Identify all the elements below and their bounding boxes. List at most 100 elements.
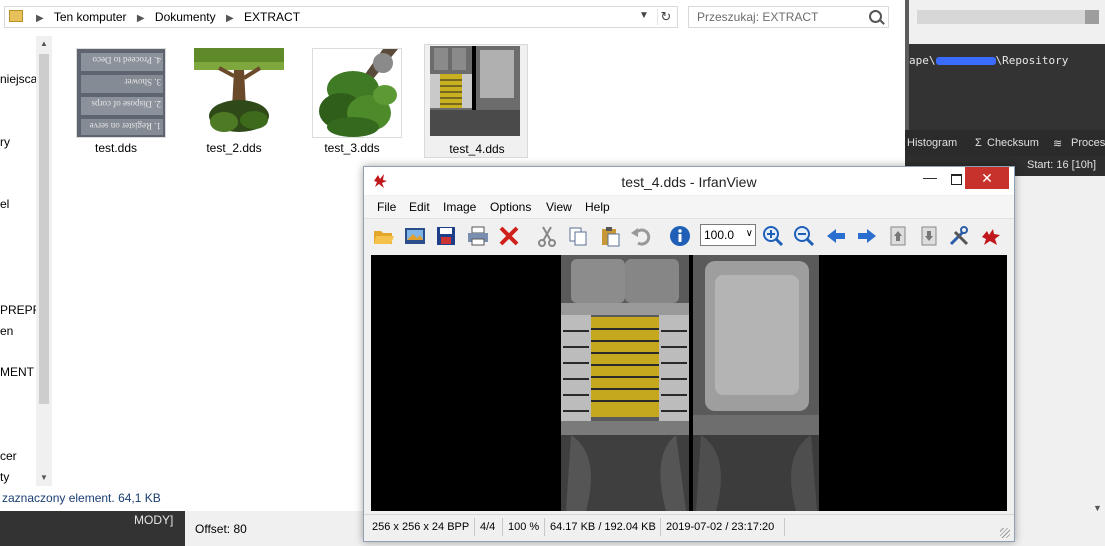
maximize-icon [950, 174, 962, 185]
hex-editor-input[interactable] [917, 10, 1099, 24]
nav-item[interactable]: el [0, 197, 9, 211]
hex-editor-scrollbar[interactable]: ▼ [1090, 176, 1105, 516]
file-name: test.dds [94, 141, 138, 155]
open-folder-icon[interactable] [373, 225, 395, 247]
breadcrumb: ▶ Ten komputer ▶ Dokumenty ▶ EXTRACT [29, 10, 300, 24]
selection-status: zaznaczony element. 64,1 KB [2, 491, 161, 505]
menu-file[interactable]: File [377, 200, 396, 214]
nav-item[interactable]: MENT [0, 365, 34, 379]
file-name: test_3.dds [324, 141, 380, 155]
menu-help[interactable]: Help [585, 200, 610, 214]
arrow-left-icon[interactable] [825, 225, 847, 247]
irfanview-window: test_4.dds - IrfanView — ✕ File Edit Ima… [363, 166, 1015, 542]
image-canvas[interactable] [371, 255, 1007, 511]
menu-edit[interactable]: Edit [409, 200, 430, 214]
zoom-out-icon[interactable] [793, 225, 815, 247]
file-name: test_4.dds [449, 142, 505, 156]
offset-label: Offset: 80 [195, 522, 247, 536]
menu-image[interactable]: Image [443, 200, 476, 214]
print-icon[interactable] [467, 225, 489, 247]
hex-editor-toolbar [905, 0, 1105, 44]
folder-icon [9, 10, 23, 22]
breadcrumb-item-extract[interactable]: EXTRACT [244, 10, 300, 24]
undo-icon[interactable] [630, 225, 652, 247]
first-page-icon[interactable] [887, 225, 909, 247]
resize-grip[interactable] [1000, 528, 1010, 538]
scroll-thumb[interactable] [39, 54, 49, 404]
nav-item[interactable]: en [0, 324, 13, 338]
zoom-select[interactable]: 100.0 ∨ [700, 224, 756, 246]
hex-editor-path-area: ape\ \Repository [905, 44, 1105, 130]
nav-item[interactable]: niejsca [0, 72, 37, 86]
file-item-test[interactable]: 1. Register on serve 2. Dispose of corps… [64, 44, 168, 158]
thumbnail-test: 1. Register on serve 2. Dispose of corps… [76, 48, 166, 138]
zoom-in-icon[interactable] [762, 225, 784, 247]
thumbnail-test-2 [194, 48, 284, 138]
cut-icon[interactable] [536, 225, 558, 247]
status-divider [784, 518, 785, 536]
file-name: test_2.dds [206, 141, 262, 155]
chevron-down-icon[interactable]: ∨ [746, 228, 753, 239]
chevron-down-icon[interactable]: ▼ [637, 10, 651, 24]
file-item-test-4[interactable]: test_4.dds [424, 44, 528, 158]
search-placeholder: Przeszukaj: EXTRACT [697, 10, 819, 24]
file-item-test-3[interactable]: test_3.dds [300, 44, 404, 158]
repository-path: ape\ \Repository [909, 54, 1068, 67]
path-prefix: ape\ [909, 54, 936, 67]
tab-histogram[interactable]: Histogram [907, 137, 957, 149]
scroll-down-icon[interactable]: ▼ [36, 470, 52, 486]
file-item-test-2[interactable]: test_2.dds [182, 44, 286, 158]
slideshow-icon[interactable] [404, 225, 426, 247]
minimize-button[interactable]: — [917, 169, 943, 189]
thumb-text: 2. Dispose of corps [91, 99, 161, 109]
irfanview-cat-icon[interactable] [980, 225, 1002, 247]
breadcrumb-item-documents[interactable]: Dokumenty [155, 10, 216, 24]
search-icon[interactable] [869, 10, 882, 23]
menu-view[interactable]: View [546, 200, 572, 214]
thumb-text: 4. Proceed to Deco [92, 55, 161, 65]
redacted-name [935, 57, 996, 65]
thumbnail-test-4 [430, 46, 520, 136]
thumb-text: 1. Register on serve [90, 121, 161, 131]
address-bar[interactable]: ▶ Ten komputer ▶ Dokumenty ▶ EXTRACT ▼ ↻ [4, 6, 678, 28]
chevron-right-icon: ▶ [36, 13, 44, 24]
save-icon[interactable] [435, 225, 457, 247]
search-input[interactable]: Przeszukaj: EXTRACT [688, 6, 889, 28]
file-date: 2019-07-02 / 23:17:20 [666, 521, 775, 533]
nav-item[interactable]: ty [0, 470, 9, 484]
chevron-right-icon: ▶ [225, 13, 234, 24]
copy-icon[interactable] [567, 225, 589, 247]
info-icon[interactable] [669, 225, 691, 247]
tab-checksum[interactable]: Checksum [987, 137, 1039, 149]
delete-icon[interactable] [498, 225, 520, 247]
nav-scrollbar[interactable]: ▲ ▼ [36, 36, 52, 486]
thumb-text: 3. Shower [125, 77, 162, 87]
tab-process[interactable]: Proces [1071, 137, 1105, 149]
zoom-value: 100.0 [704, 228, 735, 242]
status-divider [502, 518, 503, 536]
thumbnail-test-3 [312, 48, 402, 138]
bottom-left-panel: MODY] [0, 511, 185, 546]
properties-icon[interactable] [948, 225, 970, 247]
scroll-down-icon[interactable]: ▼ [1090, 501, 1105, 516]
status-divider [474, 518, 475, 536]
hex-editor-button[interactable] [1085, 10, 1099, 24]
chart-bars-icon: Σ [975, 137, 982, 149]
nav-item[interactable]: cer [0, 449, 17, 463]
scroll-up-icon[interactable]: ▲ [36, 36, 52, 52]
title-bar[interactable]: test_4.dds - IrfanView — ✕ [364, 167, 1014, 195]
arrow-right-icon[interactable] [856, 225, 878, 247]
status-divider [544, 518, 545, 536]
paste-icon[interactable] [599, 225, 621, 247]
menu-options[interactable]: Options [490, 200, 531, 214]
nav-item[interactable]: ry [0, 135, 10, 149]
refresh-icon[interactable]: ↻ [657, 9, 674, 25]
close-button[interactable]: ✕ [965, 167, 1009, 189]
breadcrumb-item-this-pc[interactable]: Ten komputer [54, 10, 127, 24]
image-index: 4/4 [480, 521, 496, 533]
last-page-icon[interactable] [918, 225, 940, 247]
start-offset-label: Start: 16 [10h] [1027, 159, 1097, 171]
file-size: 64.17 KB / 192.04 KB [550, 521, 656, 533]
image-dimensions: 256 x 256 x 24 BPP [372, 521, 470, 533]
status-bar: 256 x 256 x 24 BPP 4/4 100 % 64.17 KB / … [364, 514, 1014, 541]
